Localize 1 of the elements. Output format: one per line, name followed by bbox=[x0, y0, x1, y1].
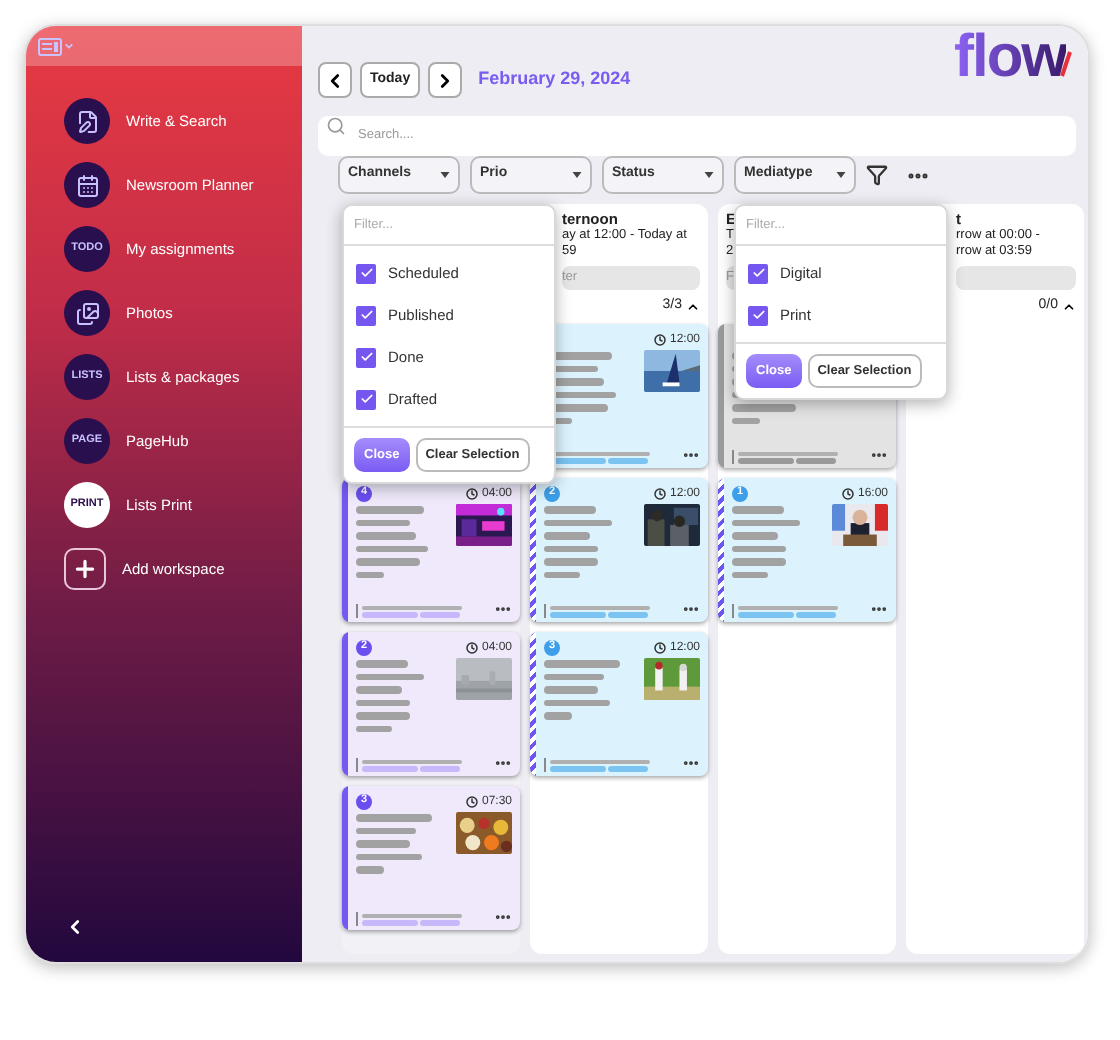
current-date: February 29, 2024 bbox=[478, 66, 631, 93]
